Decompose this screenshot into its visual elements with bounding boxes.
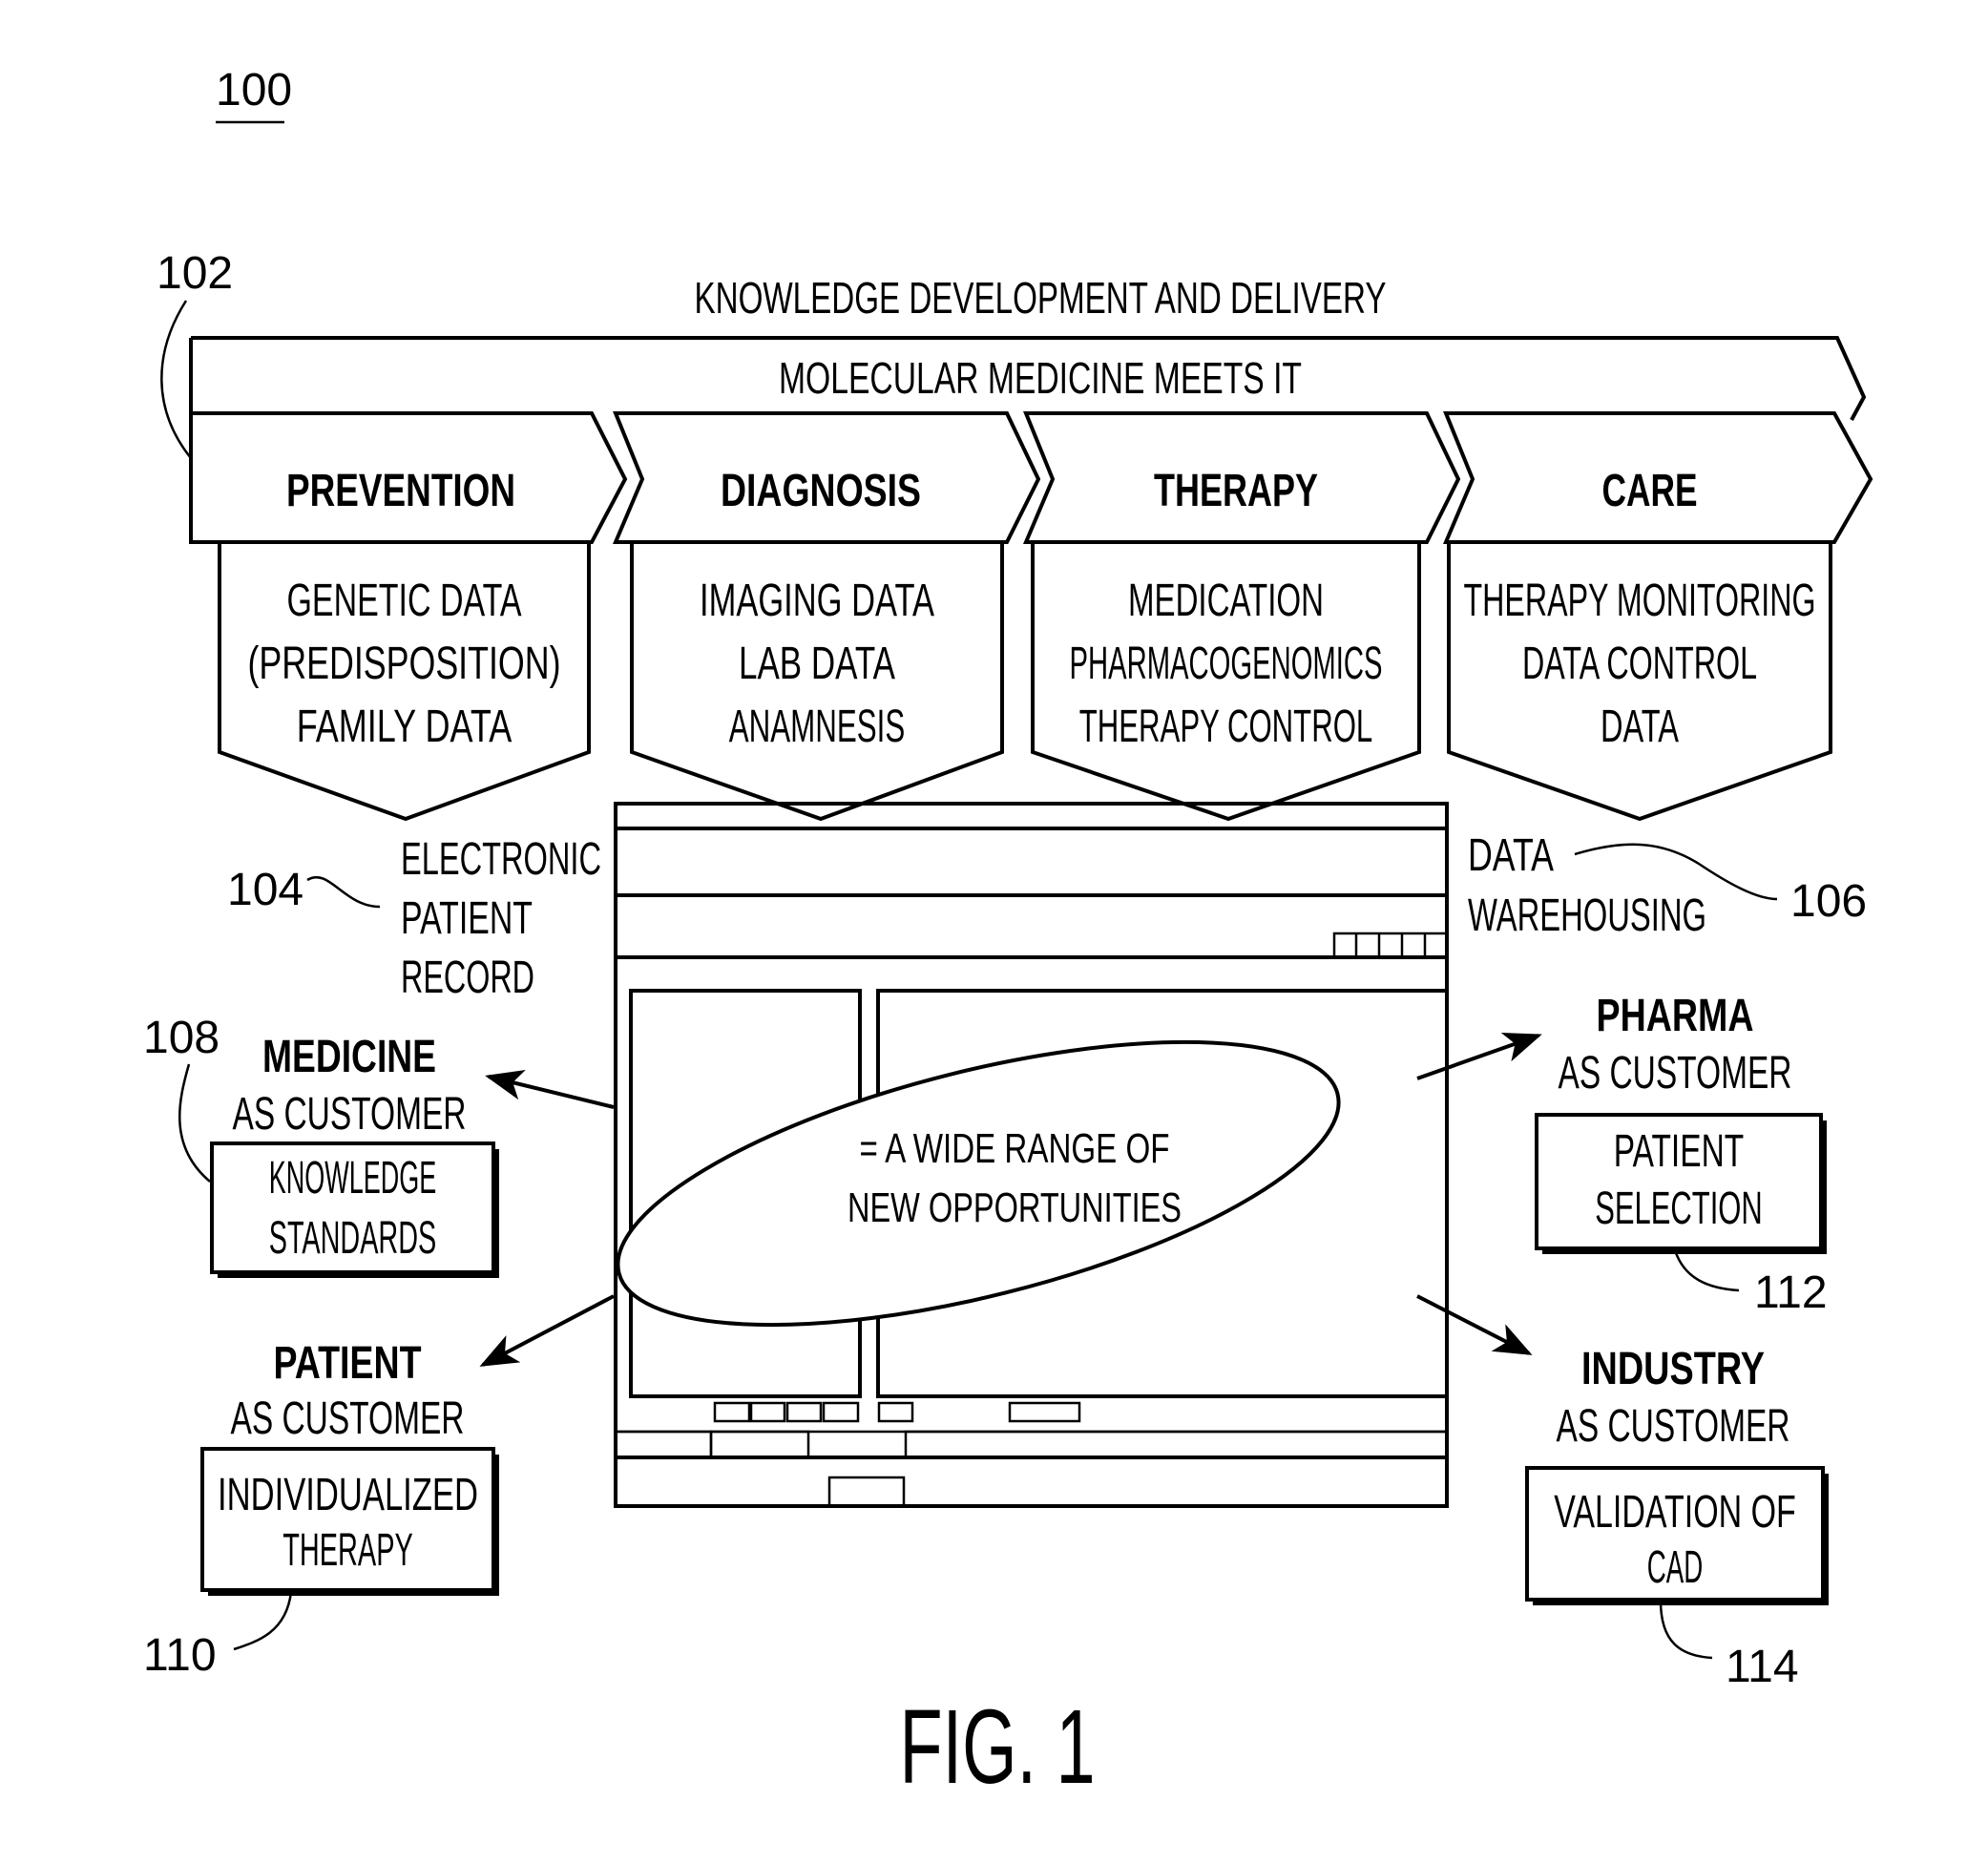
stage-data-line: (PREDISPOSITION) (248, 639, 561, 689)
band-reference-number: 102 (157, 248, 233, 299)
stage-data-line: DATA CONTROL (1522, 639, 1757, 689)
customer-box-line: PATIENT (1614, 1126, 1745, 1177)
stage-chevrons: PREVENTION GENETIC DATA (PREDISPOSITION) FA… (189, 411, 1873, 822)
customer-medicine: MEDICINE AS CUSTOMER KNOWLEDGE STANDARDS 108 (143, 1013, 499, 1278)
bottom-center-button[interactable] (827, 1476, 906, 1508)
customer-subtitle: AS CUSTOMER (231, 1393, 465, 1444)
customer-box-line: SELECTION (1595, 1183, 1763, 1234)
stage-diagnosis: DIAGNOSIS IMAGING DATA LAB DATA ANAMNESIS (612, 411, 1041, 822)
dwh-line-2: WAREHOUSING (1468, 890, 1706, 941)
dwh-reference-number: 106 (1790, 876, 1867, 927)
stage-data-line: MEDICATION (1128, 576, 1324, 626)
ellipse-line-1: = A WIDE RANGE OF (860, 1125, 1170, 1172)
stage-data-line: PHARMACOGENOMICS (1070, 639, 1383, 689)
epr-line-1: ELECTRONIC (401, 834, 601, 885)
customer-reference-number: 108 (143, 1013, 220, 1063)
arrow-to-medicine (485, 1069, 615, 1109)
stage-data-line: GENETIC DATA (287, 576, 522, 626)
stage-title: PREVENTION (286, 466, 515, 516)
stage-title: DIAGNOSIS (721, 466, 921, 516)
epr-line-3: RECORD (401, 953, 534, 1003)
epr-reference-leader (306, 876, 381, 909)
stage-title: CARE (1602, 466, 1698, 516)
right-panel-wide-button[interactable] (1008, 1401, 1081, 1423)
customer-title: PATIENT (274, 1338, 422, 1389)
customer-box-line: KNOWLEDGE (269, 1153, 437, 1204)
figure-caption: FIG. 1 (900, 1688, 1096, 1806)
right-panel-button[interactable] (877, 1401, 914, 1423)
customer-box-line: CAD (1647, 1542, 1704, 1593)
customer-subtitle: AS CUSTOMER (1559, 1048, 1792, 1099)
stage-title: THERAPY (1154, 466, 1318, 516)
panel-button[interactable] (713, 1401, 751, 1423)
panel-button[interactable] (785, 1401, 823, 1423)
arrow-to-industry (1416, 1294, 1533, 1355)
opportunities-ellipse (616, 1039, 1341, 1328)
outer-title: KNOWLEDGE DEVELOPMENT AND DELIVERY (695, 273, 1387, 323)
dwh-line-1: DATA (1468, 830, 1554, 881)
figure-reference-number: 100 (216, 65, 292, 115)
customer-reference-number: 112 (1754, 1267, 1828, 1318)
customer-title: PHARMA (1597, 991, 1754, 1041)
customer-box-line: INDIVIDUALIZED (218, 1470, 478, 1520)
customer-reference-leader (178, 1063, 211, 1183)
customer-reference-number: 110 (143, 1630, 217, 1681)
band-label: MOLECULAR MEDICINE MEETS IT (779, 353, 1302, 403)
customer-box-line: THERAPY (283, 1525, 413, 1576)
stage-prevention: PREVENTION GENETIC DATA (PREDISPOSITION) FA… (189, 411, 628, 822)
epr-reference-number: 104 (227, 865, 303, 915)
customer-box-line: VALIDATION OF (1554, 1487, 1796, 1538)
toolbar-button-group[interactable] (1332, 932, 1449, 959)
customer-subtitle: AS CUSTOMER (1557, 1401, 1790, 1452)
ellipse-line-2: NEW OPPORTUNITIES (848, 1184, 1182, 1231)
stage-data-line: THERAPY CONTROL (1079, 702, 1373, 752)
stage-care: CARE THERAPY MONITORING DATA CONTROL DATA (1442, 411, 1873, 822)
toolbar-buttons (1332, 932, 1449, 959)
patent-figure: 100 KNOWLEDGE DEVELOPMENT AND DELIVERY 1… (143, 65, 1873, 1806)
customer-patient: PATIENTAS CUSTOMER INDIVIDUALIZEDTHERAPY 1… (143, 1338, 499, 1681)
status-field (614, 1430, 713, 1459)
status-field-wide (904, 1430, 1449, 1459)
customer-reference-leader (1659, 1600, 1713, 1660)
panel-button[interactable] (822, 1401, 860, 1423)
left-panel-buttons (713, 1401, 860, 1423)
customer-reference-leader (1673, 1249, 1740, 1292)
stage-data-line: IMAGING DATA (700, 576, 934, 626)
arrow-to-pharma (1416, 1032, 1542, 1080)
status-field (709, 1430, 810, 1459)
stage-data-line: DATA (1601, 702, 1679, 752)
stage-data-line: FAMILY DATA (297, 702, 513, 752)
stage-data-line: THERAPY MONITORING (1464, 576, 1816, 626)
stage-therapy: THERAPY MEDICATION PHARMACOGENOMICS THERAPY… (1022, 411, 1461, 822)
stage-data-line: LAB DATA (739, 639, 895, 689)
customer-reference-number: 114 (1726, 1642, 1799, 1692)
epr-line-2: PATIENT (401, 893, 533, 944)
customer-title: INDUSTRY (1581, 1344, 1765, 1394)
panel-button[interactable] (749, 1401, 786, 1423)
customer-industry: INDUSTRY AS CUSTOMER VALIDATION OFCAD 114 (1525, 1344, 1829, 1692)
stage-data-line: ANAMNESIS (729, 702, 906, 752)
customer-pharma: PHARMA AS CUSTOMER PATIENT SELECTION 112 (1535, 991, 1828, 1318)
band-reference-leader (160, 300, 192, 459)
customer-title: MEDICINE (262, 1032, 436, 1082)
customer-reference-leader (233, 1591, 293, 1651)
customer-subtitle: AS CUSTOMER (233, 1089, 467, 1140)
arrow-to-patient (479, 1294, 615, 1367)
customer-box-line: STANDARDS (269, 1213, 437, 1264)
